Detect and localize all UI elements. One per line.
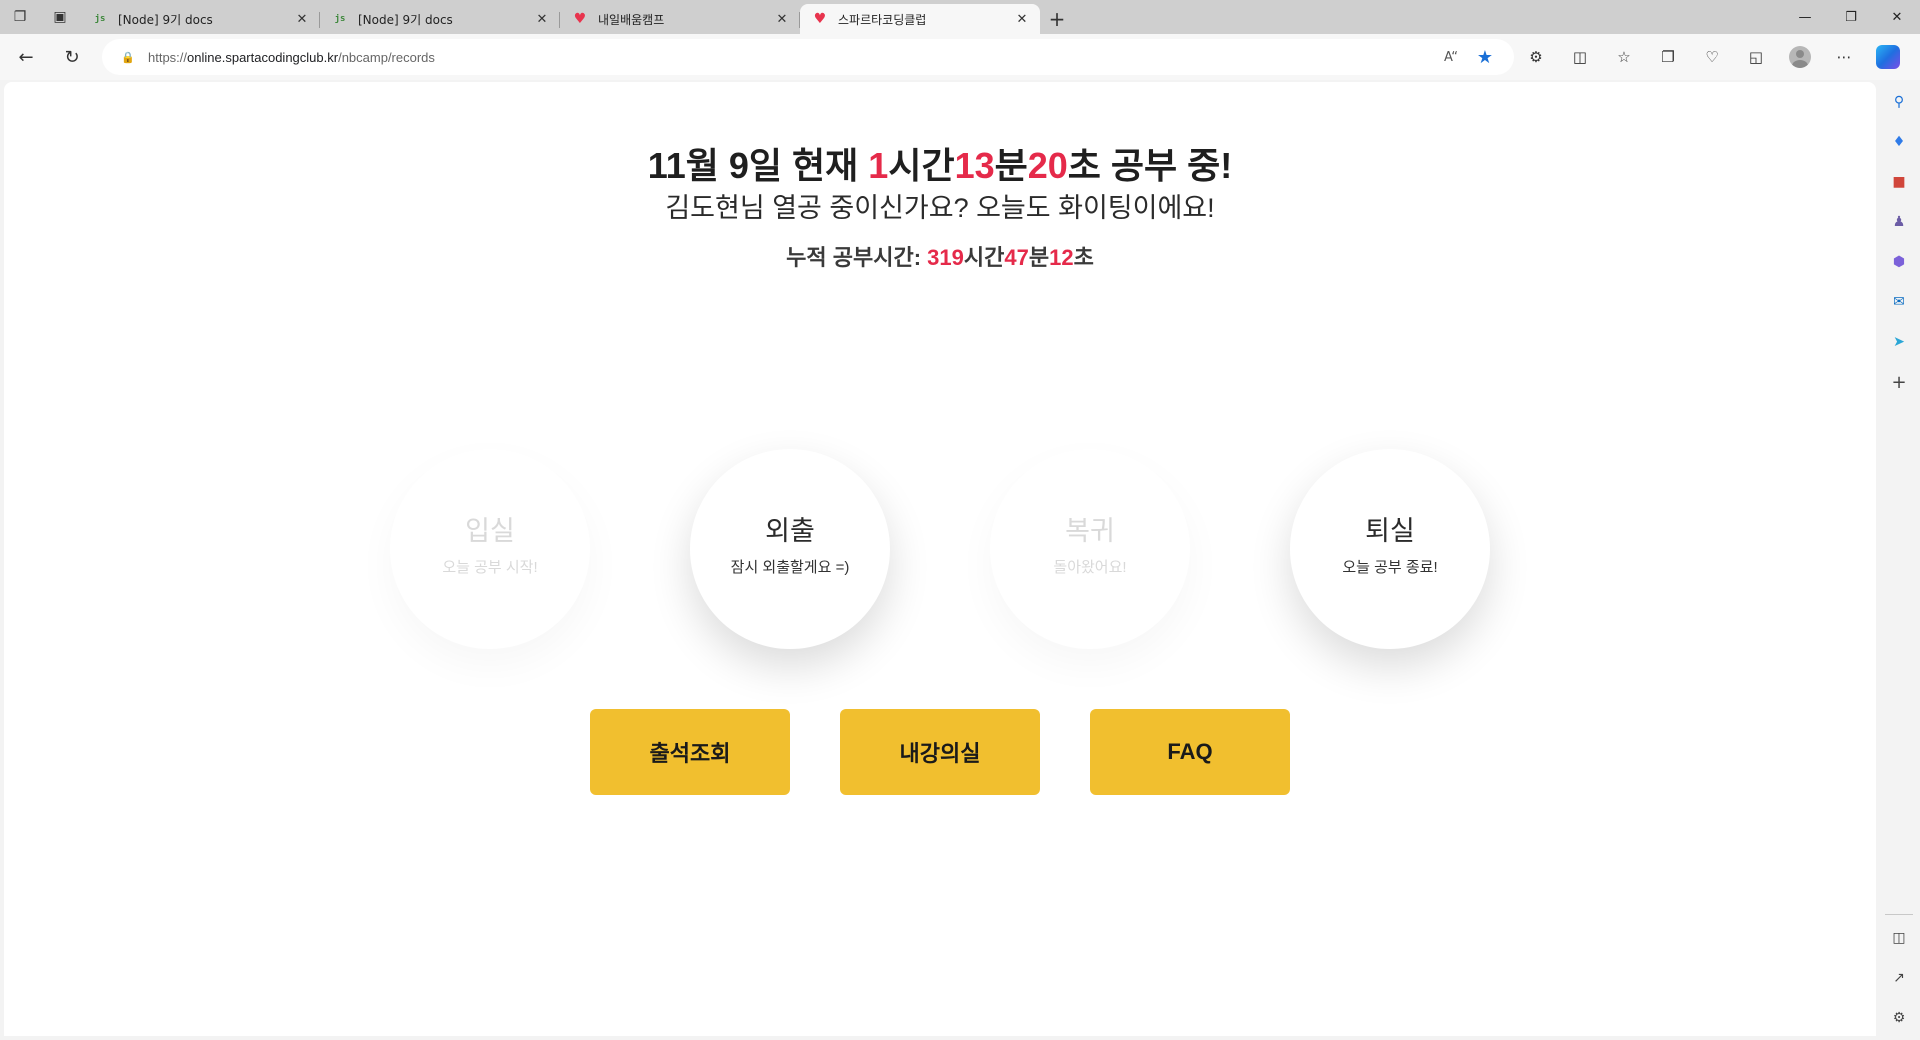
attendance-button[interactable]: 출석조회 [590, 709, 790, 795]
tab-actions-icon[interactable]: ▣ [40, 0, 80, 34]
workspaces-icon[interactable]: ❐ [0, 0, 40, 34]
go-out-button[interactable]: 외출 잠시 외출할게요 =) [690, 449, 890, 649]
study-status-headline: 11월 9일 현재 1시간13분20초 공부 중! [4, 137, 1876, 189]
lock-icon[interactable]: 🔒 [120, 49, 136, 65]
total-seconds-unit: 초 [1073, 245, 1094, 270]
edge-sidebar: ⚲ ♦ ■ ♟ ⬢ ✉ ➤ + ◫ ↗ ⚙ [1878, 82, 1920, 1040]
read-aloud-icon[interactable]: A“ [1434, 42, 1468, 72]
headline-minutes: 13 [954, 145, 995, 186]
close-icon[interactable]: ✕ [774, 11, 790, 27]
split-screen-icon[interactable]: ◫ [1558, 39, 1602, 75]
favorites-icon[interactable]: ☆ [1602, 39, 1646, 75]
edge-drop-icon[interactable]: ◱ [1734, 39, 1778, 75]
total-hours-unit: 시간 [963, 245, 1005, 270]
headline-hours: 1 [868, 145, 889, 186]
sparta-heart-icon: ♥ [813, 11, 827, 27]
page-viewport: 11월 9일 현재 1시간13분20초 공부 중! 김도현님 열공 중이신가요?… [4, 82, 1876, 1036]
minimize-icon[interactable]: — [1782, 0, 1828, 34]
address-bar[interactable]: 🔒 https://online.spartacodingclub.kr/nbc… [102, 39, 1514, 75]
browser-essentials-icon[interactable]: ♡ [1690, 39, 1734, 75]
tab-title: 내일배움캠프 [598, 12, 665, 27]
url-text[interactable]: https://online.spartacodingclub.kr/nbcam… [148, 50, 1434, 65]
check-out-button[interactable]: 퇴실 오늘 공부 종료! [1290, 449, 1490, 649]
total-minutes: 47 [1004, 245, 1029, 270]
collections-icon[interactable]: ❐ [1646, 39, 1690, 75]
sidebar-divider [1885, 914, 1913, 915]
headline-hours-unit: 시간 [888, 145, 955, 186]
tab-nbcamp[interactable]: ♥ 내일배움캠프 ✕ [560, 4, 800, 34]
go-out-label: 외출 [765, 516, 815, 546]
search-icon[interactable]: ⚲ [1878, 86, 1920, 118]
headline-date: 11월 9일 현재 [647, 145, 869, 186]
favorite-star-icon[interactable]: ★ [1468, 42, 1502, 72]
back-icon[interactable]: ← [6, 39, 46, 75]
outlook-icon[interactable]: ✉ [1878, 286, 1920, 318]
sidebar-settings-icon[interactable]: ⚙ [1878, 1002, 1920, 1034]
extensions-icon[interactable]: ⚙ [1514, 39, 1558, 75]
check-out-label: 퇴실 [1365, 516, 1415, 546]
tab-title: [Node] 9기 docs [118, 12, 213, 27]
faq-button[interactable]: FAQ [1090, 709, 1290, 795]
more-menu-icon[interactable]: ⋯ [1822, 39, 1866, 75]
tab-node-docs-1[interactable]: js [Node] 9기 docs ✕ [80, 4, 320, 34]
headline-seconds: 20 [1027, 145, 1068, 186]
tools-toolbox-icon[interactable]: ■ [1878, 166, 1920, 198]
url-prefix: https:// [148, 49, 188, 65]
external-link-icon[interactable]: ↗ [1878, 962, 1920, 994]
office-copilot-icon[interactable]: ⬢ [1878, 246, 1920, 278]
copilot-icon[interactable] [1866, 39, 1910, 75]
sparta-heart-icon: ♥ [573, 11, 587, 27]
send-drop-icon[interactable]: ➤ [1878, 326, 1920, 358]
profile-avatar[interactable] [1778, 39, 1822, 75]
new-tab-button[interactable]: + [1040, 4, 1074, 34]
check-in-button[interactable]: 입실 오늘 공부 시작! [390, 449, 590, 649]
check-out-sub: 오늘 공부 종료! [1342, 559, 1438, 576]
check-in-label: 입실 [465, 516, 515, 546]
close-icon[interactable]: ✕ [1014, 11, 1030, 27]
window-controls: — ❐ ✕ [1782, 0, 1920, 34]
my-classroom-button[interactable]: 내강의실 [840, 709, 1040, 795]
restore-icon[interactable]: ❐ [1828, 0, 1874, 34]
window-close-icon[interactable]: ✕ [1874, 0, 1920, 34]
go-out-sub: 잠시 외출할게요 =) [730, 559, 850, 576]
url-host: online.spartacodingclub.kr [187, 49, 339, 65]
copilot-logo [1876, 45, 1900, 69]
return-button[interactable]: 복귀 돌아왔어요! [990, 449, 1190, 649]
refresh-icon[interactable]: ↻ [52, 39, 92, 75]
shopping-tag-icon[interactable]: ♦ [1878, 126, 1920, 158]
nodejs-icon: js [334, 14, 346, 24]
headline-seconds-unit: 초 공부 중! [1067, 145, 1233, 186]
tab-sparta-active[interactable]: ♥ 스파르타코딩클럽 ✕ [800, 4, 1040, 34]
add-sidebar-app-icon[interactable]: + [1878, 366, 1920, 398]
total-seconds: 12 [1049, 245, 1074, 270]
close-icon[interactable]: ✕ [294, 11, 310, 27]
nodejs-icon: js [94, 14, 106, 24]
return-sub: 돌아왔어요! [1053, 559, 1127, 576]
total-hours: 319 [927, 245, 964, 270]
return-label: 복귀 [1065, 516, 1115, 546]
total-label: 누적 공부시간: [786, 245, 928, 270]
close-icon[interactable]: ✕ [534, 11, 550, 27]
check-in-sub: 오늘 공부 시작! [442, 559, 538, 576]
tab-title: [Node] 9기 docs [358, 12, 453, 27]
tab-strip: ❐ ▣ js [Node] 9기 docs ✕ js [Node] 9기 doc… [0, 0, 1920, 34]
tab-node-docs-2[interactable]: js [Node] 9기 docs ✕ [320, 4, 560, 34]
headline-minutes-unit: 분 [994, 145, 1028, 186]
hide-sidebar-icon[interactable]: ◫ [1878, 922, 1920, 954]
url-path: /nbcamp/records [338, 49, 435, 65]
total-minutes-unit: 분 [1028, 245, 1050, 270]
greeting-text: 김도현님 열공 중이신가요? 오늘도 화이팅이에요! [665, 193, 1215, 223]
total-study-time: 누적 공부시간: 319시간47분12초 [4, 240, 1876, 272]
browser-toolbar: ← ↻ 🔒 https://online.spartacodingclub.kr… [0, 34, 1920, 80]
avatar [1789, 46, 1811, 68]
tab-title: 스파르타코딩클럽 [838, 12, 927, 27]
games-chess-icon[interactable]: ♟ [1878, 206, 1920, 238]
